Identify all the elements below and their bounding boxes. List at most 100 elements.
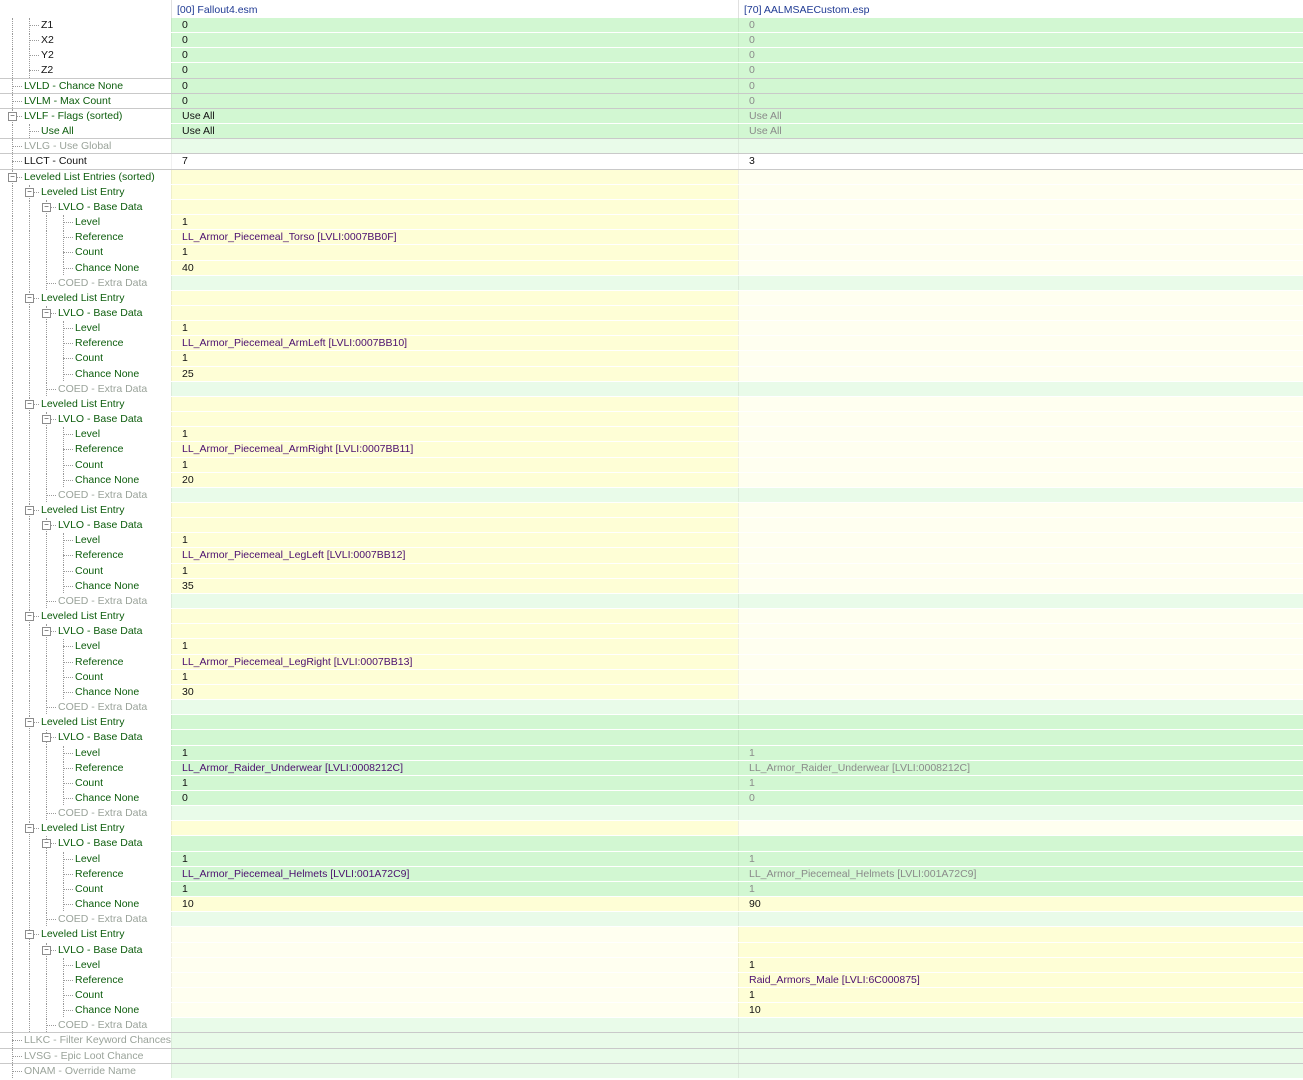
tree-label-cell[interactable]: COED - Extra Data [0,912,171,927]
value-cell-fallout4[interactable]: 0 [171,78,738,93]
tree-label-cell[interactable]: Level [0,427,171,442]
tree-row[interactable]: Count 1 [0,245,1303,261]
value-cell-fallout4[interactable] [171,199,738,215]
header-aalmsaecustom-esp[interactable]: [70] AALMSAECustom.esp [738,0,1303,18]
tree-label-cell[interactable]: Level [0,639,171,654]
tree-row[interactable]: Chance None 20 [0,472,1303,488]
tree-label-cell[interactable]: − Leveled List Entry [0,503,171,518]
value-cell-fallout4[interactable]: 0 [171,93,738,108]
value-cell-aalmsaecustom[interactable] [738,169,1303,184]
value-cell-aalmsaecustom[interactable]: 1 [738,851,1303,866]
tree-row[interactable]: LVSG - Epic Loot Chance [0,1048,1303,1064]
value-cell-aalmsaecustom[interactable] [738,821,1303,836]
tree-label-cell[interactable]: Z1 [0,18,171,33]
value-cell-fallout4[interactable] [171,927,738,942]
tree-label-cell[interactable]: Chance None [0,366,171,381]
tree-row[interactable]: Use All Use All Use All [0,124,1303,140]
tree-row[interactable]: Count 1 [0,988,1303,1004]
value-cell-fallout4[interactable]: 0 [171,48,738,63]
value-cell-aalmsaecustom[interactable] [738,806,1303,821]
value-cell-fallout4[interactable] [171,381,738,396]
value-cell-aalmsaecustom[interactable] [738,533,1303,548]
value-cell-aalmsaecustom[interactable] [738,684,1303,700]
tree-label-cell[interactable]: Reference [0,442,171,457]
tree-label-cell[interactable]: Chance None [0,684,171,700]
value-cell-aalmsaecustom[interactable]: LL_Armor_Raider_Underwear [LVLI:0008212C… [738,760,1303,775]
value-cell-fallout4[interactable] [171,503,738,518]
tree-row[interactable]: Count 1 1 [0,881,1303,898]
tree-row[interactable]: − Leveled List Entry [0,821,1303,837]
value-cell-aalmsaecustom[interactable] [738,654,1303,669]
collapse-toggle-icon[interactable]: − [25,399,34,409]
tree-label-cell[interactable]: Count [0,775,171,790]
value-cell-fallout4[interactable]: LL_Armor_Piecemeal_Helmets [LVLI:001A72C… [171,866,738,881]
value-cell-aalmsaecustom[interactable] [738,321,1303,336]
tree-label-cell[interactable]: − LVLO - Base Data [0,199,171,215]
tree-label-cell[interactable]: − Leveled List Entry [0,290,171,305]
tree-label-cell[interactable]: − LVLO - Base Data [0,730,171,745]
value-cell-aalmsaecustom[interactable] [738,1033,1303,1048]
value-cell-aalmsaecustom[interactable] [738,336,1303,351]
value-cell-fallout4[interactable]: 1 [171,245,738,260]
value-cell-aalmsaecustom[interactable]: 1 [738,745,1303,760]
tree-row[interactable]: LVLG - Use Global [0,139,1303,155]
collapse-toggle-icon[interactable]: − [8,111,17,121]
value-cell-fallout4[interactable]: 35 [171,578,738,593]
value-cell-fallout4[interactable]: LL_Armor_Piecemeal_ArmLeft [LVLI:0007BB1… [171,336,738,351]
value-cell-fallout4[interactable]: LL_Armor_Piecemeal_LegLeft [LVLI:0007BB1… [171,548,738,563]
value-cell-fallout4[interactable] [171,715,738,730]
tree-label-cell[interactable]: Count [0,669,171,684]
tree-label-cell[interactable]: LVSG - Epic Loot Chance [0,1048,171,1063]
value-cell-fallout4[interactable]: 30 [171,684,738,700]
tree-row[interactable]: LLKC - Filter Keyword Chances [0,1033,1303,1049]
value-cell-fallout4[interactable]: 0 [171,790,738,806]
tree-label-cell[interactable]: LVLD - Chance None [0,78,171,93]
tree-label-cell[interactable]: Level [0,533,171,548]
tree-row[interactable]: − LVLF - Flags (sorted) Use All Use All [0,108,1303,125]
value-cell-aalmsaecustom[interactable]: 0 [738,93,1303,108]
value-cell-aalmsaecustom[interactable] [738,1048,1303,1063]
value-cell-fallout4[interactable]: 1 [171,881,738,897]
value-cell-fallout4[interactable]: 20 [171,472,738,487]
value-cell-aalmsaecustom[interactable] [738,912,1303,927]
tree-label-cell[interactable]: Use All [0,124,171,139]
value-cell-aalmsaecustom[interactable] [738,184,1303,199]
value-cell-fallout4[interactable] [171,972,738,987]
value-cell-aalmsaecustom[interactable] [738,381,1303,396]
tree-label-cell[interactable]: Level [0,215,171,230]
tree-row[interactable]: COED - Extra Data [0,593,1303,610]
value-cell-fallout4[interactable]: 10 [171,897,738,912]
value-cell-fallout4[interactable]: 1 [171,639,738,654]
tree-row[interactable]: − LVLO - Base Data [0,624,1303,640]
tree-label-cell[interactable]: Reference [0,972,171,987]
tree-row[interactable]: Level 1 [0,427,1303,443]
tree-label-cell[interactable]: − LVLO - Base Data [0,624,171,639]
tree-label-cell[interactable]: − LVLO - Base Data [0,942,171,957]
tree-row[interactable]: Chance None 10 90 [0,897,1303,913]
tree-label-cell[interactable]: Level [0,957,171,972]
value-cell-aalmsaecustom[interactable] [738,290,1303,305]
value-cell-aalmsaecustom[interactable] [738,275,1303,290]
tree-label-cell[interactable]: Reference [0,760,171,775]
value-cell-aalmsaecustom[interactable] [738,305,1303,321]
tree-row[interactable]: Reference LL_Armor_Piecemeal_Torso [LVLI:… [0,230,1303,246]
value-cell-aalmsaecustom[interactable] [738,518,1303,533]
tree-row[interactable]: Z2 0 0 [0,63,1303,79]
tree-row[interactable]: ONAM - Override Name [0,1063,1303,1079]
tree-row[interactable]: Level 1 [0,639,1303,655]
tree-row[interactable]: Reference LL_Armor_Piecemeal_ArmLeft [LVL… [0,336,1303,352]
tree-label-cell[interactable]: − Leveled List Entry [0,184,171,199]
value-cell-aalmsaecustom[interactable] [738,351,1303,366]
value-cell-fallout4[interactable]: 0 [171,63,738,78]
tree-label-cell[interactable]: COED - Extra Data [0,275,171,290]
tree-row[interactable]: Count 1 [0,563,1303,579]
tree-label-cell[interactable]: LLKC - Filter Keyword Chances [0,1033,171,1048]
value-cell-fallout4[interactable] [171,836,738,851]
tree-row[interactable]: Chance None 35 [0,578,1303,594]
collapse-toggle-icon[interactable]: − [25,718,34,728]
tree-row[interactable]: COED - Extra Data [0,912,1303,928]
collapse-toggle-icon[interactable]: − [42,733,51,743]
collapse-toggle-icon[interactable]: − [25,187,34,197]
value-cell-fallout4[interactable] [171,275,738,290]
value-cell-fallout4[interactable] [171,139,738,154]
